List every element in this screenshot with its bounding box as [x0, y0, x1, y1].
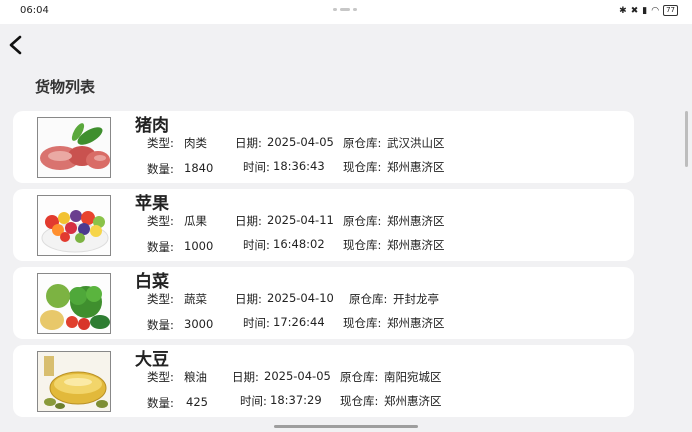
quantity-value: 1000 [184, 239, 214, 253]
quantity-label: 数量: [147, 162, 174, 176]
chevron-left-icon [9, 35, 22, 55]
list-item[interactable]: 大豆 类型: 粮油 日期: 2025-04-05 原仓库: 南阳宛城区 数量: … [13, 345, 634, 417]
origin-warehouse-label: 原仓库: [343, 136, 382, 150]
page-indicator [333, 8, 357, 11]
time-value: 17:26:44 [273, 315, 325, 329]
item-name: 白菜 [135, 272, 169, 292]
origin-warehouse-label: 原仓库: [340, 370, 379, 384]
time-value: 18:37:29 [270, 393, 322, 407]
type-value: 粮油 [184, 370, 207, 384]
quantity-label: 数量: [147, 318, 174, 332]
date-label: 日期: [235, 136, 262, 150]
date-value: 2025-04-05 [264, 369, 331, 383]
current-warehouse-label: 现仓库: [343, 160, 382, 174]
list-item[interactable]: 苹果 类型: 瓜果 日期: 2025-04-11 原仓库: 郑州惠济区 数量: … [13, 189, 634, 261]
time-label: 时间: [243, 316, 270, 330]
type-label: 类型: [147, 214, 174, 228]
type-value: 瓜果 [184, 214, 207, 228]
bluetooth-icon: ✱ [619, 5, 627, 16]
date-value: 2025-04-05 [267, 135, 334, 149]
oil-image [37, 351, 111, 412]
quantity-value: 425 [186, 395, 208, 409]
time-label: 时间: [243, 238, 270, 252]
current-warehouse-value: 郑州惠济区 [384, 394, 442, 408]
quantity-label: 数量: [147, 396, 174, 410]
origin-warehouse-label: 原仓库: [343, 214, 382, 228]
current-warehouse-label: 现仓库: [343, 238, 382, 252]
fruit-image [37, 195, 111, 256]
mute-icon: ✖ [630, 5, 639, 16]
type-value: 蔬菜 [184, 292, 207, 306]
goods-list[interactable]: 猪肉 类型: 肉类 日期: 2025-04-05 原仓库: 武汉洪山区 数量: … [13, 111, 634, 423]
date-label: 日期: [235, 214, 262, 228]
time-value: 16:48:02 [273, 237, 325, 251]
origin-warehouse-value: 郑州惠济区 [387, 214, 445, 228]
vegetable-image [37, 273, 111, 334]
origin-warehouse-value: 开封龙亭 [393, 292, 439, 306]
date-value: 2025-04-10 [267, 291, 334, 305]
date-label: 日期: [235, 292, 262, 306]
status-time: 06:04 [20, 5, 49, 16]
quantity-value: 1840 [184, 161, 214, 175]
current-warehouse-value: 郑州惠济区 [387, 238, 445, 252]
home-indicator[interactable] [274, 425, 418, 428]
meat-image [37, 117, 111, 178]
item-name: 大豆 [135, 350, 169, 370]
page-title: 货物列表 [35, 78, 96, 96]
wifi-icon: ◠ [651, 5, 660, 16]
type-label: 类型: [147, 136, 174, 150]
time-value: 18:36:43 [273, 159, 325, 173]
signal-icon: ▮ [642, 5, 648, 16]
type-label: 类型: [147, 370, 174, 384]
quantity-label: 数量: [147, 240, 174, 254]
current-warehouse-value: 郑州惠济区 [387, 160, 445, 174]
status-bar: 06:04 ✱ ✖ ▮ ◠ 77 [0, 0, 692, 24]
origin-warehouse-label: 原仓库: [349, 292, 388, 306]
item-name: 猪肉 [135, 116, 169, 136]
current-warehouse-label: 现仓库: [340, 394, 379, 408]
type-label: 类型: [147, 292, 174, 306]
date-value: 2025-04-11 [267, 213, 334, 227]
date-label: 日期: [232, 370, 259, 384]
origin-warehouse-value: 武汉洪山区 [387, 136, 445, 150]
type-value: 肉类 [184, 136, 207, 150]
list-item[interactable]: 猪肉 类型: 肉类 日期: 2025-04-05 原仓库: 武汉洪山区 数量: … [13, 111, 634, 183]
time-label: 时间: [240, 394, 267, 408]
list-item[interactable]: 白菜 类型: 蔬菜 日期: 2025-04-10 原仓库: 开封龙亭 数量: 3… [13, 267, 634, 339]
battery-icon: 77 [663, 5, 678, 16]
quantity-value: 3000 [184, 317, 214, 331]
back-button[interactable] [6, 34, 26, 56]
origin-warehouse-value: 南阳宛城区 [384, 370, 442, 384]
status-icons: ✱ ✖ ▮ ◠ 77 [619, 5, 678, 16]
current-warehouse-label: 现仓库: [343, 316, 382, 330]
scrollbar[interactable] [685, 111, 688, 167]
time-label: 时间: [243, 160, 270, 174]
current-warehouse-value: 郑州惠济区 [387, 316, 445, 330]
item-name: 苹果 [135, 194, 169, 214]
